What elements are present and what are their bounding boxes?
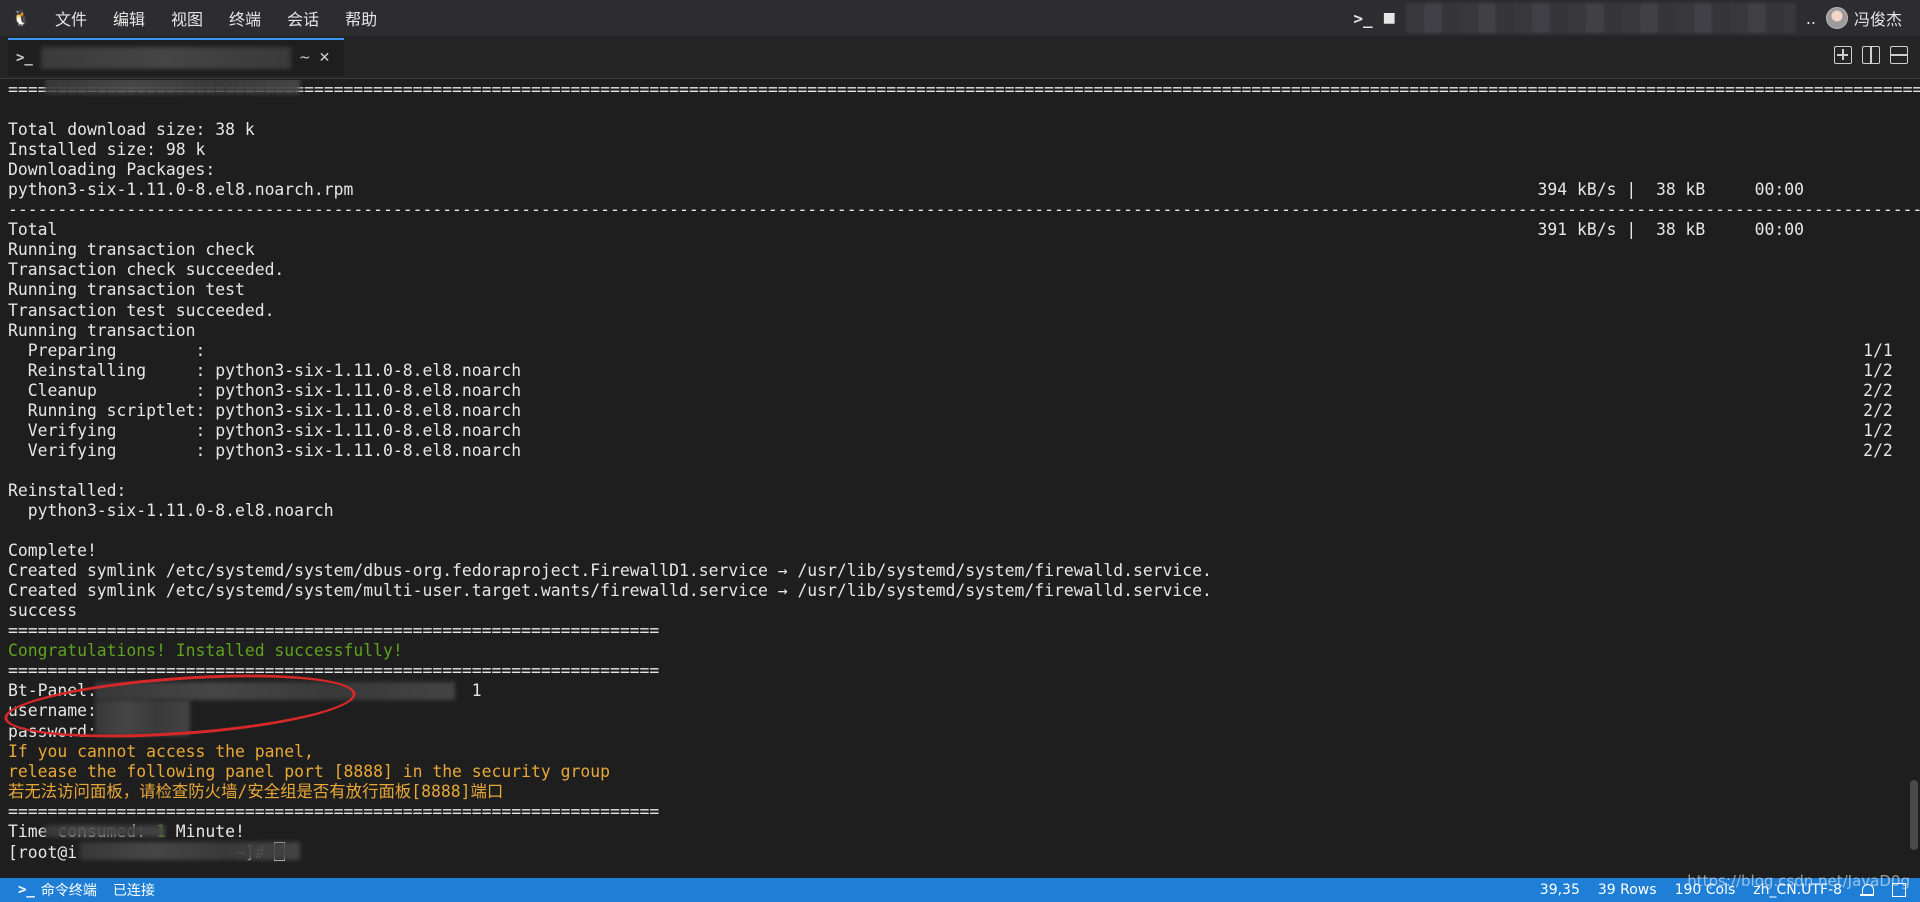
penguin-icon[interactable]: 🐧	[0, 9, 42, 27]
split-vertical-icon[interactable]	[1862, 46, 1880, 64]
terminal-line: Preparing : 1/1	[8, 340, 1893, 360]
status-rows: 39 Rows	[1597, 882, 1657, 898]
menu-help[interactable]: 帮助	[332, 6, 390, 30]
terminal-line: Reinstalling : python3-six-1.11.0-8.el8.…	[8, 360, 1893, 380]
terminal-line: python3-six-1.11.0-8.el8.noarch	[8, 500, 334, 520]
terminal-line: If you cannot access the panel,	[8, 741, 314, 761]
time-suffix: Minute!	[165, 821, 245, 841]
terminal-output[interactable]: ========================================…	[0, 80, 1920, 878]
terminal-line: Total download size: 38 k	[8, 120, 255, 140]
tab-actions	[1834, 46, 1908, 64]
terminal-line: password:	[8, 721, 97, 741]
terminal-line: Reinstalled:	[8, 480, 127, 500]
terminal-line: Transaction check succeeded.	[8, 260, 285, 280]
terminal-line: Transaction test succeeded.	[8, 300, 275, 320]
terminal-line: Complete!	[8, 541, 97, 561]
close-icon[interactable]: ✕	[319, 50, 331, 66]
scrollbar[interactable]	[1910, 780, 1918, 850]
redacted-region	[80, 842, 300, 860]
prompt-user: [root@i	[8, 842, 78, 862]
redacted-tab-title	[40, 47, 291, 69]
terminal-line: python3-six-1.11.0-8.el8.noarch.rpm 394 …	[8, 180, 1804, 200]
terminal-line: Cleanup : python3-six-1.11.0-8.el8.noarc…	[8, 380, 1893, 400]
terminal-line: release the following panel port [8888] …	[8, 761, 610, 781]
terminal-line: Running transaction test	[8, 280, 245, 300]
terminal-line: Created symlink /etc/systemd/system/mult…	[8, 581, 1212, 601]
status-bar: >_ 命令终端 已连接 39,35 39 Rows 190 Cols zh_CN…	[0, 878, 1920, 902]
redacted-region	[45, 80, 300, 94]
terminal-lines: ========================================…	[8, 80, 1920, 862]
user-menu[interactable]: 冯俊杰	[1825, 6, 1902, 30]
menu-file[interactable]: 文件	[42, 6, 100, 30]
terminal-line: ========================================…	[8, 801, 660, 821]
terminal-icon: >_	[16, 50, 33, 66]
watermark: https://blog.csdn.net/JavaD0g	[1687, 872, 1910, 890]
avatar	[1825, 7, 1848, 29]
menu-edit[interactable]: 编辑	[100, 6, 158, 30]
menu-terminal[interactable]: 终端	[216, 6, 274, 30]
terminal-line: success	[8, 601, 78, 621]
status-connection: 已连接	[112, 883, 155, 899]
status-cursor-position: 39,35	[1539, 882, 1580, 898]
terminal-icon: >_	[18, 882, 35, 898]
ellipsis-text: ..	[1805, 8, 1816, 28]
menu-bar: 🐧 文件 编辑 视图 终端 会话 帮助 >_ ■ .. 冯俊杰	[0, 0, 1920, 36]
terminal-line: ----------------------------------------…	[8, 200, 1920, 220]
tab-suffix: ~	[298, 50, 311, 66]
status-mode[interactable]: 命令终端	[41, 880, 97, 900]
terminal-icon[interactable]: >_	[1353, 9, 1372, 28]
terminal-line: Downloading Packages:	[8, 160, 216, 180]
terminal-line: Running scriptlet: python3-six-1.11.0-8.…	[8, 400, 1893, 420]
new-tab-icon[interactable]	[1834, 46, 1852, 64]
terminal-line: Congratulations! Installed successfully!	[8, 641, 403, 661]
time-consumed-line: Time consumed: 1 Minute!	[8, 822, 1920, 842]
terminal-line: Created symlink /etc/systemd/system/dbus…	[8, 561, 1212, 581]
split-horizontal-icon[interactable]	[1890, 46, 1908, 64]
redacted-region	[45, 825, 165, 837]
redacted-host-info	[1405, 3, 1796, 33]
tab-bar: >_ ~ ✕	[0, 36, 1920, 79]
terminal-line: Verifying : python3-six-1.11.0-8.el8.noa…	[8, 440, 1893, 460]
terminal-line: 若无法访问面板，请检查防火墙/安全组是否有放行面板[8888]端口	[8, 781, 504, 801]
folder-icon[interactable]: ■	[1383, 10, 1396, 26]
menu-view[interactable]: 视图	[158, 6, 216, 30]
terminal-line: Running transaction check	[8, 240, 255, 260]
menu-session[interactable]: 会话	[274, 6, 332, 30]
terminal-line: ========================================…	[8, 621, 660, 641]
terminal-line: Running transaction	[8, 320, 196, 340]
user-name: 冯俊杰	[1853, 10, 1902, 29]
terminal-line: Installed size: 98 k	[8, 140, 206, 160]
terminal-line: Total 391 kB/s | 38 kB 00:00	[8, 220, 1804, 240]
terminal-line: Verifying : python3-six-1.11.0-8.el8.noa…	[8, 420, 1893, 440]
tab-session[interactable]: >_ ~ ✕	[8, 38, 344, 76]
